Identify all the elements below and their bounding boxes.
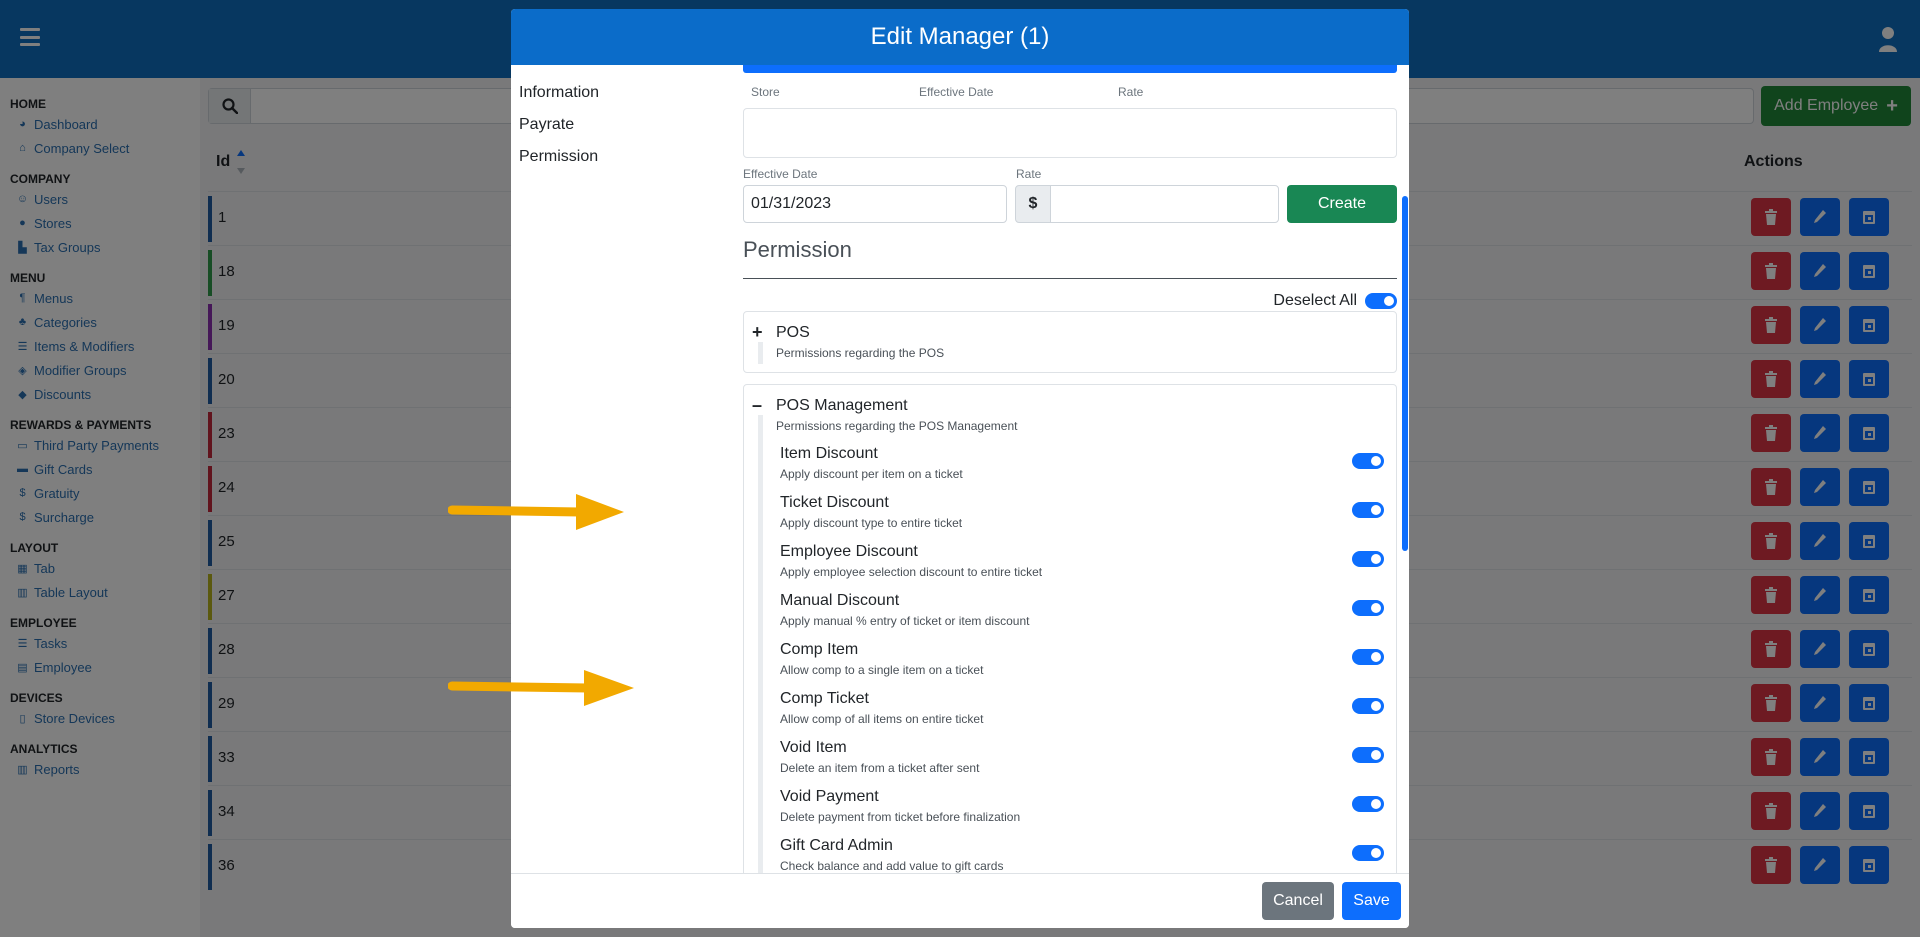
group-title: POS Management [776,397,908,414]
permission-item-employee-discount: Employee Discount Apply employee selectio… [780,543,1384,592]
permission-toggle[interactable] [1352,747,1384,763]
permission-item-ticket-discount: Ticket Discount Apply discount type to en… [780,494,1384,543]
rate-input[interactable] [1050,185,1279,223]
deselect-all-toggle[interactable] [1365,293,1397,309]
permission-description: Apply discount type to entire ticket [780,516,963,530]
group-description: Permissions regarding the POS Management [776,419,1018,433]
deselect-all[interactable]: Deselect All [1193,292,1397,310]
payrate-col-rate: Rate [1118,85,1144,99]
group-rail [758,415,763,883]
modal-scrollbar[interactable] [1402,196,1408,551]
permission-description: Allow comp of all items on entire ticket [780,712,984,726]
deselect-all-label: Deselect All [1273,292,1357,309]
group-header[interactable]: – POS Management Permissions regarding t… [752,396,1018,433]
permission-item-manual-discount: Manual Discount Apply manual % entry of t… [780,592,1384,641]
permission-toggle[interactable] [1352,600,1384,616]
permission-title: Ticket Discount [780,494,889,511]
modal-footer: Cancel Save [511,873,1409,928]
group-rail [758,342,763,364]
permission-title: Gift Card Admin [780,837,893,854]
cancel-button[interactable]: Cancel [1262,882,1334,920]
annotation-arrow-icon [448,670,634,706]
permission-item-item-discount: Item Discount Apply discount per item on … [780,445,1384,494]
permission-title: Employee Discount [780,543,918,560]
modal-body: Store Effective Date Rate Effective Date… [741,65,1399,883]
permission-group-pos-management: – POS Management Permissions regarding t… [743,384,1397,883]
permission-item-void-item: Void Item Delete an item from a ticket af… [780,739,1384,788]
permission-description: Delete payment from ticket before finali… [780,810,1021,824]
effective-date-input[interactable]: 01/31/2023 [743,185,1007,223]
group-header[interactable]: + POS Permissions regarding the POS [752,323,945,360]
information-section-edge [743,65,1397,73]
permission-title: Void Payment [780,788,879,805]
edit-manager-modal: Edit Manager (1) Information Payrate Per… [511,9,1409,928]
create-button[interactable]: Create [1287,185,1397,223]
save-button[interactable]: Save [1342,882,1401,920]
divider [743,278,1397,279]
permission-description: Delete an item from a ticket after sent [780,761,980,775]
permission-item-comp-item: Comp Item Allow comp to a single item on … [780,641,1384,690]
permission-title: Comp Item [780,641,859,658]
permission-description: Apply discount per item on a ticket [780,467,963,481]
permission-description: Apply employee selection discount to ent… [780,565,1043,579]
annotation-arrow-icon [448,494,624,530]
permission-toggle[interactable] [1352,551,1384,567]
payrate-table [743,108,1397,158]
permission-toggle[interactable] [1352,453,1384,469]
permission-title: Item Discount [780,445,878,462]
permission-item-comp-ticket: Comp Ticket Allow comp of all items on en… [780,690,1384,739]
payrate-col-store: Store [751,85,780,99]
modal-title: Edit Manager (1) [511,9,1409,65]
permission-toggle[interactable] [1352,796,1384,812]
effective-date-label: Effective Date [743,167,818,181]
permission-description: Apply manual % entry of ticket or item d… [780,614,1030,628]
dollar-prefix: $ [1015,185,1051,223]
permission-toggle[interactable] [1352,649,1384,665]
permission-toggle[interactable] [1352,502,1384,518]
nav-payrate[interactable]: Payrate [519,109,719,141]
permission-heading: Permission [743,237,852,262]
group-description: Permissions regarding the POS [776,346,945,360]
permission-title: Manual Discount [780,592,900,609]
permission-toggle[interactable] [1352,845,1384,861]
modal-nav: Information Payrate Permission [519,77,719,173]
rate-label: Rate [1016,167,1042,181]
payrate-col-effective-date: Effective Date [919,85,994,99]
group-title: POS [776,324,810,341]
permission-group-pos: + POS Permissions regarding the POS [743,311,1397,373]
permission-title: Void Item [780,739,847,756]
permission-toggle[interactable] [1352,698,1384,714]
nav-information[interactable]: Information [519,77,719,109]
permission-description: Check balance and add value to gift card… [780,859,1004,873]
permission-title: Comp Ticket [780,690,869,707]
permission-item-void-payment: Void Payment Delete payment from ticket b… [780,788,1384,837]
permission-description: Allow comp to a single item on a ticket [780,663,984,677]
nav-permission[interactable]: Permission [519,141,719,173]
